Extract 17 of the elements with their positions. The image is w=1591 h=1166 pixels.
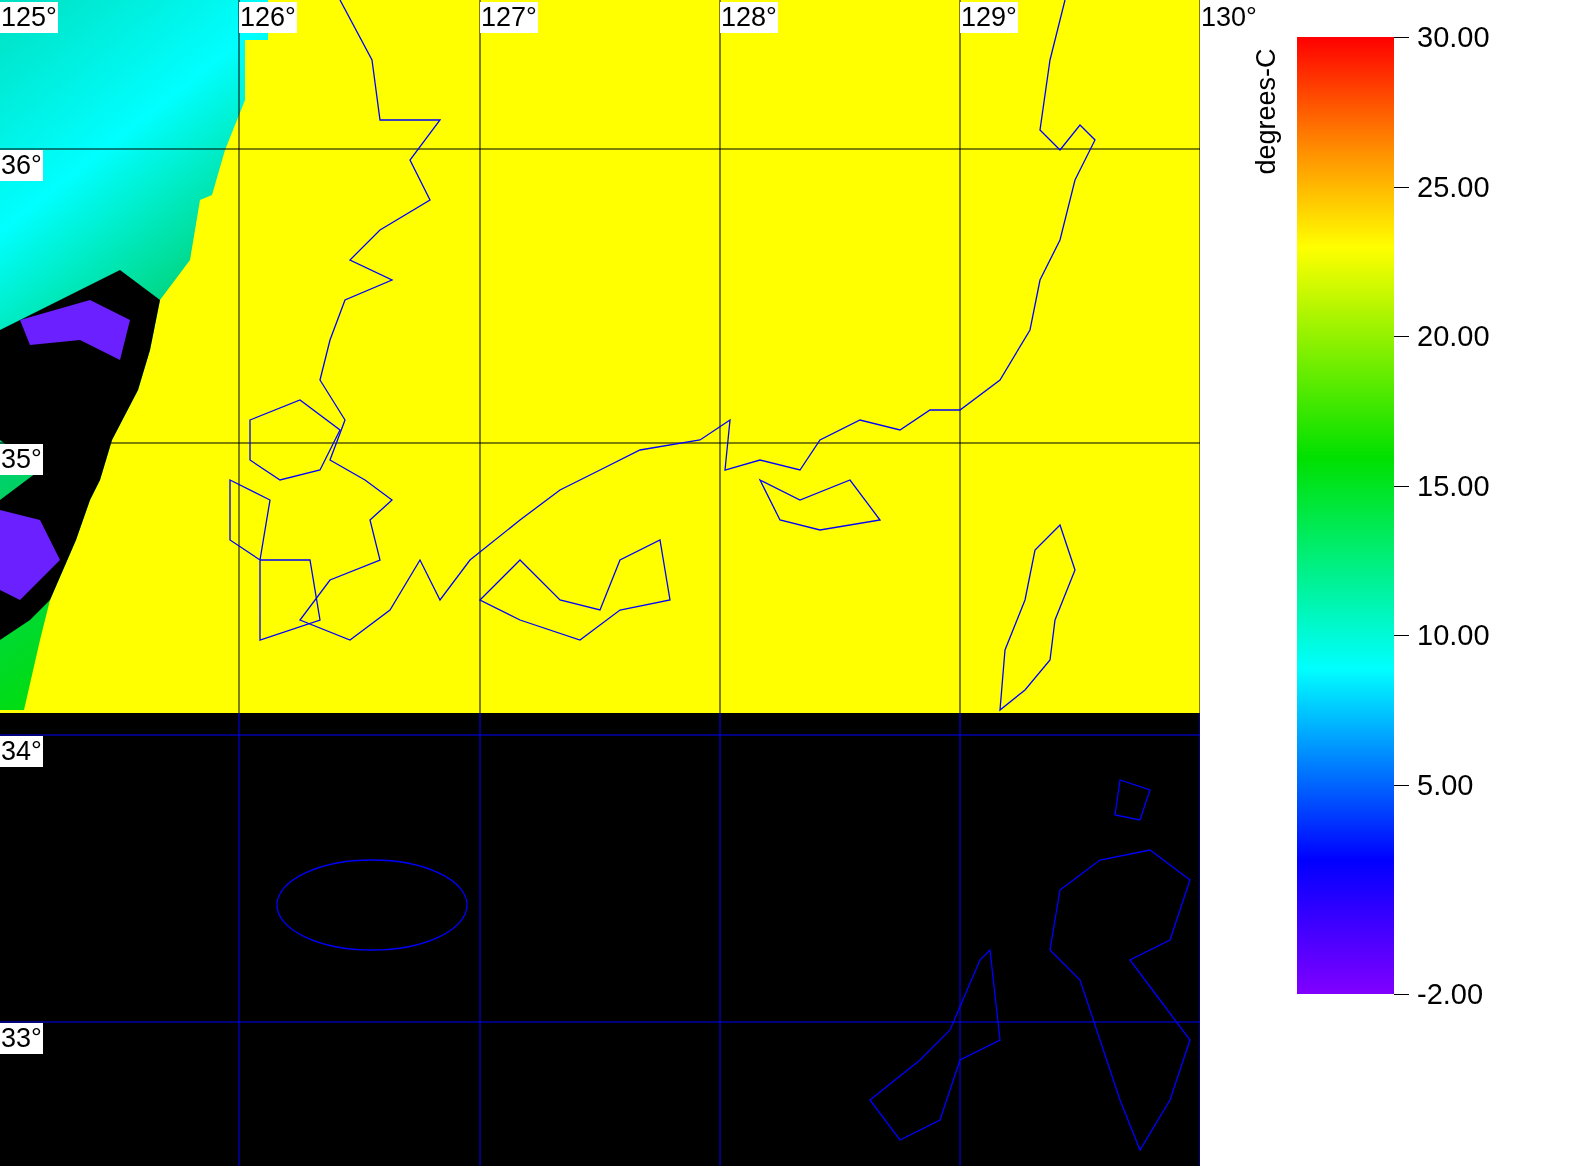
latitude-label: 34° xyxy=(0,736,43,767)
latitude-label: 36° xyxy=(0,150,43,181)
scale-label: 10.00 xyxy=(1417,619,1490,652)
scale-label: 25.00 xyxy=(1417,170,1490,203)
latitude-label: 35° xyxy=(0,444,43,475)
scale-label: 20.00 xyxy=(1417,320,1490,353)
scale-label: 15.00 xyxy=(1417,469,1490,502)
longitude-label: 127° xyxy=(480,2,538,33)
longitude-label: 129° xyxy=(960,2,1018,33)
scale-label: -2.00 xyxy=(1417,978,1484,1010)
scale-label: 30.00 xyxy=(1417,21,1490,53)
latitude-label: 33° xyxy=(0,1023,43,1054)
longitude-label: 126° xyxy=(239,2,297,33)
scale-label: 5.00 xyxy=(1417,768,1474,801)
color-bar-title: degrees-C xyxy=(1250,48,1282,175)
longitude-label: 128° xyxy=(720,2,778,33)
longitude-label: 125° xyxy=(0,2,58,33)
